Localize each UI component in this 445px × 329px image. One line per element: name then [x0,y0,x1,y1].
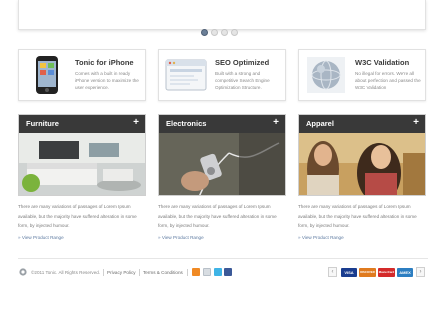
slider-dot-2[interactable] [211,29,218,36]
discover-card-icon: DISCOVER [359,268,376,277]
expand-plus-icon[interactable]: + [273,117,279,128]
slider-panel [18,0,426,30]
category-card-apparel[interactable]: Apparel + [298,114,426,196]
twitter-icon[interactable] [214,268,222,276]
category-title: Electronics [166,119,207,128]
view-product-range-link[interactable]: » View Product Range [18,235,64,240]
visa-card-icon: VISA [341,268,357,277]
slider-dot-1[interactable] [201,29,208,36]
view-product-range-link[interactable]: » View Product Range [298,235,344,240]
category-header: Apparel + [299,115,425,133]
slider-dot-3[interactable] [221,29,228,36]
feature-text: Built with a strong and competitive Sear… [215,71,270,90]
furniture-image [19,133,145,195]
mastercard-card-icon: MasterCard [378,268,395,277]
globe-icon [307,57,345,93]
category-title: Furniture [26,119,59,128]
category-description: There are many variations of passages of… [18,204,137,228]
category-card-electronics[interactable]: Electronics + [158,114,286,196]
feature-w3c: W3C Validation No illegal for errors. We… [298,49,426,101]
slider-dot-4[interactable] [231,29,238,36]
footer-separator [187,269,188,276]
feature-text: No illegal for errors. We're all about p… [355,71,421,90]
electronics-image [159,133,285,195]
category-header: Electronics + [159,115,285,133]
footer-divider [18,258,428,259]
privacy-policy-link[interactable]: Privacy Policy [107,270,136,275]
category-header: Furniture + [19,115,145,133]
view-product-range-link[interactable]: » View Product Range [158,235,204,240]
rss-icon[interactable] [192,268,200,276]
expand-plus-icon[interactable]: + [133,117,139,128]
browser-window-icon [165,59,207,91]
expand-plus-icon[interactable]: + [413,117,419,128]
slider-pagination [201,29,238,36]
category-description: There are many variations of passages of… [158,204,277,228]
category-card-furniture[interactable]: Furniture + [18,114,146,196]
feature-title: Tonic for iPhone [75,58,134,67]
iphone-icon [36,56,58,94]
copyright-text: ©2011 Tonic. All Rights Reserved. [31,270,101,275]
feature-title: W3C Validation [355,58,410,67]
footer-separator [103,269,104,276]
feature-title: SEO Optimized [215,58,270,67]
payment-next-button[interactable]: › [416,267,425,277]
terms-conditions-link[interactable]: Terms & Conditions [143,270,183,275]
apparel-image [299,133,425,195]
feature-text: Comes with a built in ready iPhone versi… [75,71,139,90]
email-icon[interactable] [203,268,211,276]
feature-iphone: Tonic for iPhone Comes with a built in r… [18,49,146,101]
footer-separator [139,269,140,276]
payment-prev-button[interactable]: ‹ [328,267,337,277]
amex-card-icon: AMEX [397,268,413,277]
category-description: There are many variations of passages of… [298,204,417,228]
facebook-icon[interactable] [224,268,232,276]
feature-seo: SEO Optimized Built with a strong and co… [158,49,286,101]
site-logo-icon [19,268,27,276]
category-title: Apparel [306,119,334,128]
